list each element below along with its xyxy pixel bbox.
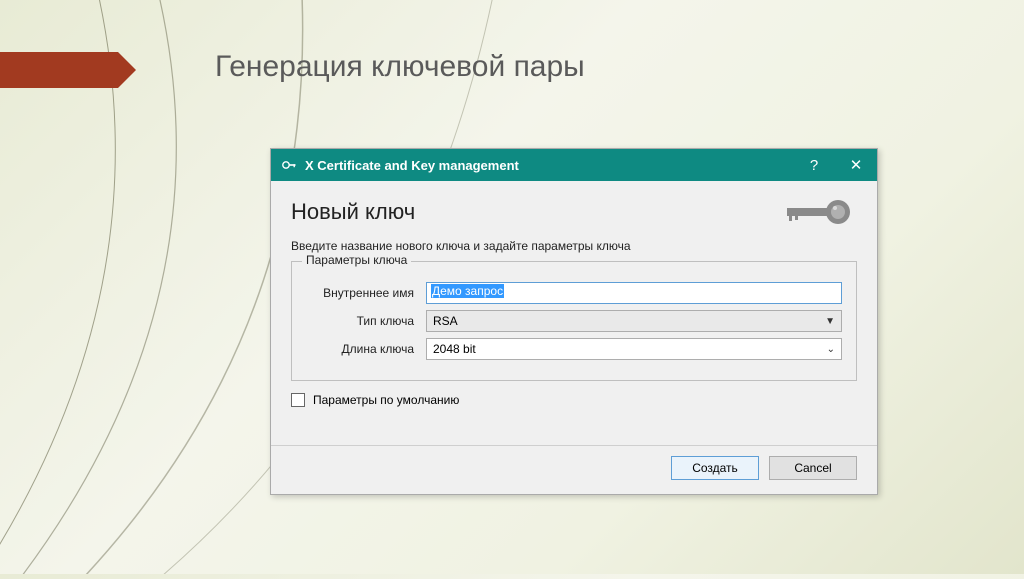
key-length-select[interactable]: 2048 bit ⌄: [426, 338, 842, 360]
instruction-text: Введите название нового ключа и задайте …: [291, 239, 857, 253]
create-button[interactable]: Создать: [671, 456, 759, 480]
key-params-group: Параметры ключа Внутреннее имя Демо запр…: [291, 261, 857, 381]
close-button[interactable]: ✕: [835, 149, 877, 181]
group-title: Параметры ключа: [302, 253, 411, 267]
key-illustration-icon: [783, 195, 857, 229]
default-params-checkbox[interactable]: [291, 393, 305, 407]
name-label: Внутреннее имя: [306, 286, 426, 300]
dialog-footer: Создать Cancel: [271, 445, 877, 494]
chevron-down-icon: ▼: [825, 316, 835, 327]
key-type-select[interactable]: RSA ▼: [426, 310, 842, 332]
dialog-heading: Новый ключ: [291, 199, 415, 225]
titlebar: X Certificate and Key management ? ✕: [271, 149, 877, 181]
cancel-button[interactable]: Cancel: [769, 456, 857, 480]
chevron-down-icon: ⌄: [827, 344, 835, 355]
slide-title: Генерация ключевой пары: [215, 50, 585, 84]
dialog-body: Новый ключ Введите название нового ключа…: [271, 181, 877, 417]
input-selected-text: Демо запрос: [431, 284, 504, 298]
key-length-value: 2048 bit: [433, 342, 476, 356]
help-button[interactable]: ?: [793, 149, 835, 181]
key-generation-dialog: X Certificate and Key management ? ✕ Нов…: [270, 148, 878, 495]
window-title: X Certificate and Key management: [305, 158, 793, 173]
key-type-value: RSA: [433, 314, 458, 328]
default-params-label: Параметры по умолчанию: [313, 393, 459, 407]
type-label: Тип ключа: [306, 314, 426, 328]
key-icon: [281, 157, 297, 173]
accent-bar: [0, 52, 118, 88]
length-label: Длина ключа: [306, 342, 426, 356]
internal-name-input[interactable]: Демо запрос: [426, 282, 842, 304]
default-params-row[interactable]: Параметры по умолчанию: [291, 393, 857, 407]
